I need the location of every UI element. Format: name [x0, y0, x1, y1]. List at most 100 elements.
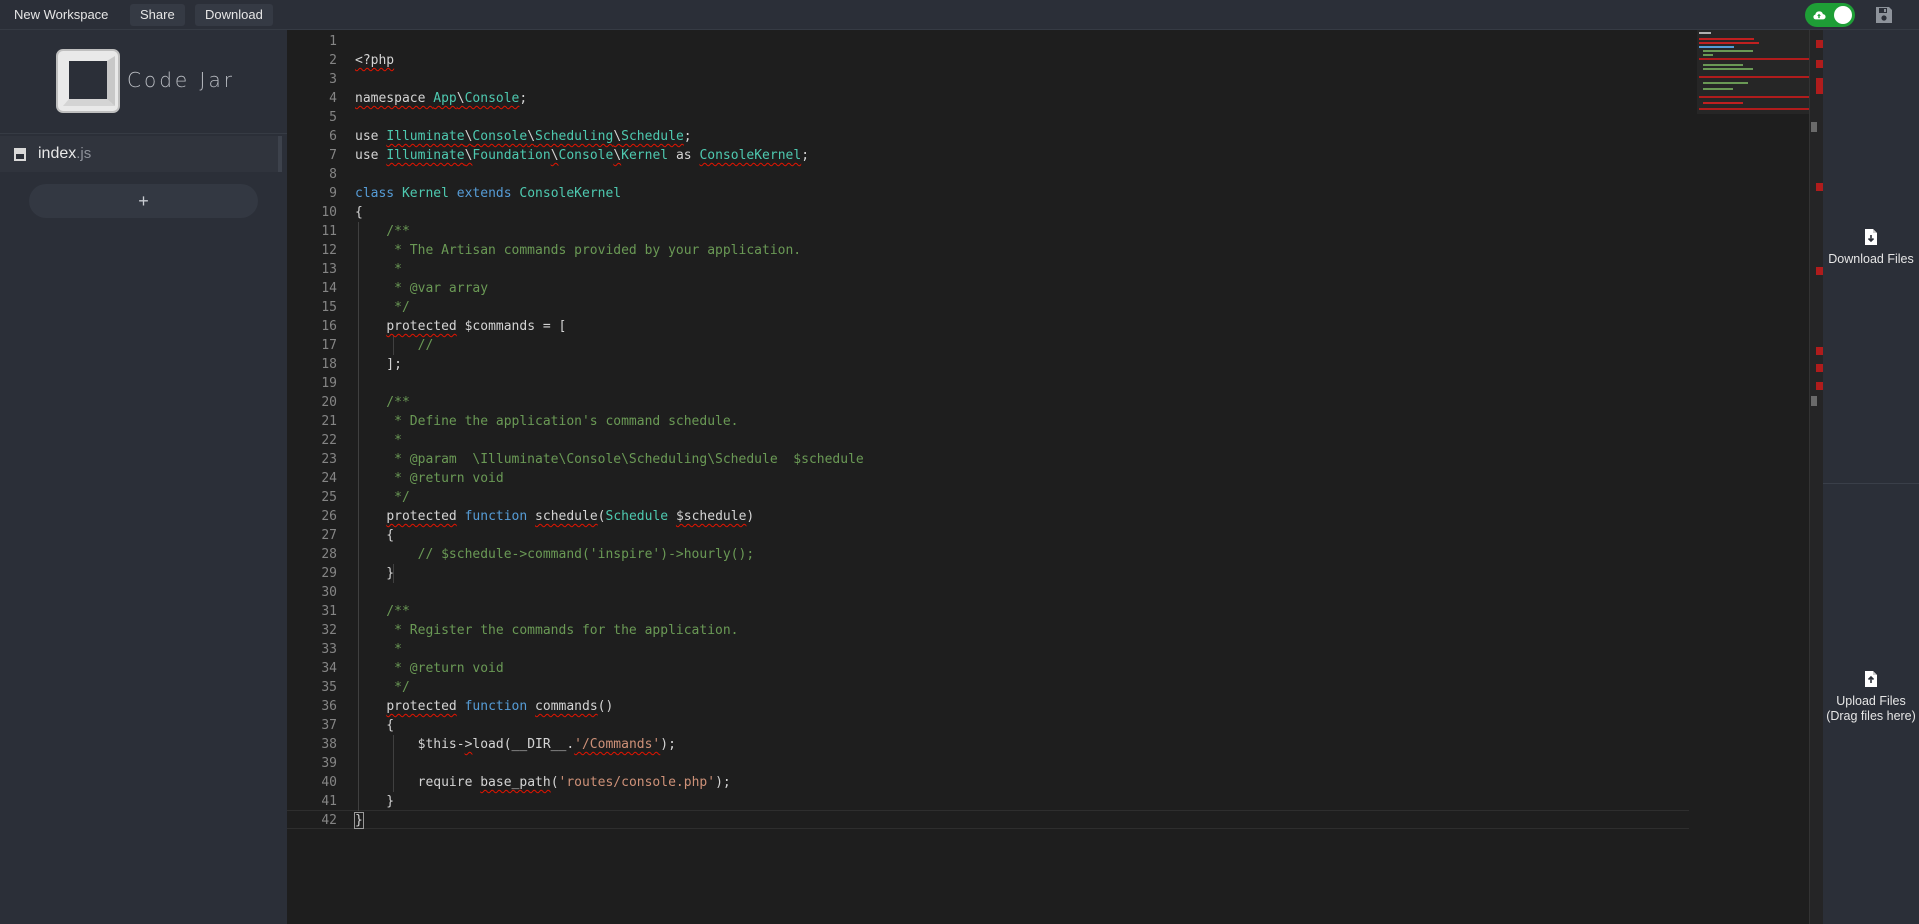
method-call: load(__DIR__.: [472, 737, 575, 752]
line-number: 29: [321, 566, 337, 581]
line-number: 42: [321, 813, 337, 828]
paren: (: [597, 509, 606, 524]
semicolon: ;: [519, 91, 528, 106]
app-logo: Code Jar: [55, 48, 235, 118]
file-list-scrollbar[interactable]: [278, 136, 282, 172]
keyword-use: use: [355, 129, 387, 144]
statement-end: );: [715, 775, 731, 790]
code-line-34: * @return void: [355, 661, 504, 676]
line-number: 36: [321, 699, 337, 714]
line-number: 22: [321, 433, 337, 448]
paren: (: [550, 775, 559, 790]
code-line-37: {: [355, 718, 395, 733]
semicolon: ;: [683, 129, 692, 144]
code-line-12: * The Artisan commands provided by your …: [355, 243, 802, 258]
line-number: 23: [321, 452, 337, 467]
line-number: 14: [321, 281, 337, 296]
code-line-16: protected $commands = [: [355, 317, 566, 336]
cloud-upload-icon: [1813, 11, 1826, 20]
namespace-part: Illuminate: [386, 129, 465, 144]
separator: \: [456, 91, 465, 106]
file-actions-panel: Download Files Upload Files (Drag files …: [1823, 30, 1919, 924]
add-file-button[interactable]: +: [29, 184, 258, 218]
line-number: 40: [321, 775, 337, 790]
keyword-as: as: [668, 148, 700, 163]
save-icon[interactable]: [1874, 5, 1894, 25]
line-number: 25: [321, 490, 337, 505]
keyword-class: class: [355, 186, 402, 201]
function-call: base_path: [480, 775, 551, 790]
namespace-part: Schedule: [621, 129, 684, 144]
download-button[interactable]: Download: [195, 4, 273, 26]
upload-files-dropzone[interactable]: Upload Files (Drag files here): [1823, 670, 1919, 724]
minimap-line: [1699, 42, 1759, 44]
code-line-7: use Illuminate\Foundation\Console\Kernel…: [355, 146, 809, 165]
overview-ruler-thumb[interactable]: [1811, 122, 1817, 132]
error-marker: [1816, 267, 1823, 275]
upload-files-label: Upload Files: [1836, 694, 1906, 708]
parent-class: ConsoleKernel: [519, 186, 622, 201]
separator: \: [527, 129, 536, 144]
separator: \: [613, 129, 622, 144]
code-line-32: * Register the commands for the applicat…: [355, 623, 739, 638]
line-number: 2: [329, 53, 337, 68]
keyword-protected: protected: [386, 699, 457, 714]
file-download-icon: [1865, 229, 1877, 245]
minimap[interactable]: [1697, 30, 1815, 924]
code-line-10: {: [355, 203, 363, 222]
namespace-part: Console: [464, 91, 520, 106]
download-files-button[interactable]: Download Files: [1823, 228, 1919, 267]
line-number: 30: [321, 585, 337, 600]
namespace-part: Illuminate: [386, 148, 465, 163]
code-line-21: * Define the application's command sched…: [355, 414, 739, 429]
separator: \: [613, 148, 622, 163]
code-line-2: <?php: [355, 51, 394, 70]
line-number: 41: [321, 794, 337, 809]
file-basename: index: [38, 145, 77, 162]
minimap-line: [1703, 50, 1753, 52]
line-number: 37: [321, 718, 337, 733]
alias-name: ConsoleKernel: [699, 148, 802, 163]
code-line-35: */: [355, 680, 410, 695]
toggle-knob: [1834, 6, 1852, 24]
share-button[interactable]: Share: [130, 4, 185, 26]
paren: (): [597, 699, 614, 714]
minimap-line: [1703, 64, 1743, 66]
this-reference: $this-: [355, 737, 465, 752]
overview-ruler[interactable]: [1809, 30, 1823, 924]
line-number: 11: [321, 224, 337, 239]
code-line-9: class Kernel extends ConsoleKernel: [355, 184, 621, 203]
minimap-line: [1699, 108, 1811, 110]
property-declaration: $commands = [: [456, 319, 567, 334]
code-line-14: * @var array: [355, 281, 489, 296]
line-number: 28: [321, 547, 337, 562]
minimap-line: [1699, 76, 1811, 78]
string-literal: 'routes/console.php': [558, 775, 716, 790]
keyword-function: function: [464, 509, 528, 524]
sidebar-divider: [0, 133, 287, 134]
cursor-position-marker: [1811, 396, 1817, 406]
file-item-index-js[interactable]: index.js: [0, 136, 282, 172]
line-number: 15: [321, 300, 337, 315]
line-number: 13: [321, 262, 337, 277]
file-name: index.js: [38, 145, 91, 163]
keyword-protected: protected: [386, 319, 457, 334]
line-number: 20: [321, 395, 337, 410]
line-number: 32: [321, 623, 337, 638]
function-name: commands: [535, 699, 598, 714]
code-line-36: protected function commands(): [355, 697, 613, 716]
keyword-protected: protected: [386, 509, 457, 524]
open-brace: {: [355, 205, 363, 220]
sync-toggle[interactable]: [1805, 3, 1855, 27]
code-line-20: /**: [355, 395, 410, 410]
file-extension: .js: [76, 145, 92, 162]
param-name: $schedule: [675, 509, 747, 524]
param-type: Schedule: [605, 509, 669, 524]
code-editor[interactable]: 1 2 3 4 5 6 7 8 9 10 11 12 13 14 15 16 1…: [287, 30, 1823, 924]
minimap-line: [1699, 46, 1734, 48]
code-line-24: * @return void: [355, 471, 504, 486]
namespace-part: App: [433, 91, 457, 106]
new-workspace-button[interactable]: New Workspace: [4, 4, 118, 26]
